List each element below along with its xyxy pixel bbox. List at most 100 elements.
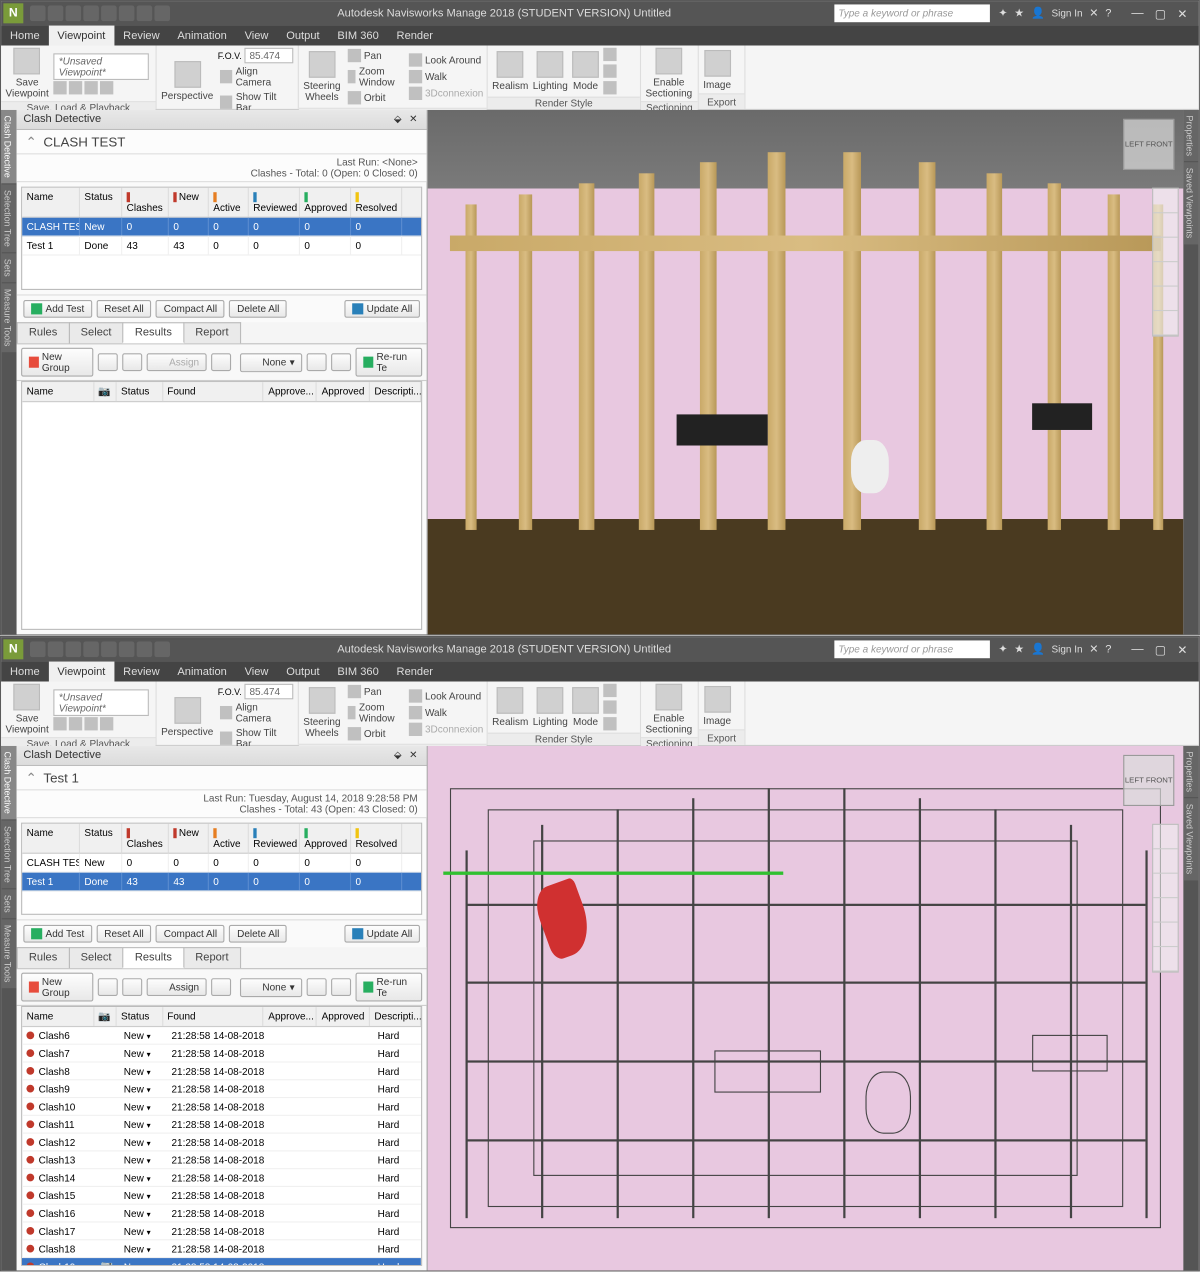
render-opt3-icon[interactable]: [603, 81, 616, 94]
col-found[interactable]: Found: [163, 382, 264, 401]
star-icon[interactable]: ★: [1014, 7, 1024, 19]
rerun-test-button[interactable]: Re-run Te: [356, 348, 422, 377]
test-header[interactable]: ⌃Test 1: [17, 766, 427, 790]
update-all-button[interactable]: Update All: [344, 925, 420, 943]
save-viewpoint-button[interactable]: Save Viewpoint: [6, 48, 49, 99]
play-icon[interactable]: [69, 81, 82, 94]
col-approved[interactable]: Approved: [317, 382, 370, 401]
app-logo-icon[interactable]: N: [3, 639, 23, 659]
menu-bim-360[interactable]: BIM 360: [328, 662, 387, 682]
result-row[interactable]: Clash11New ▾21:28:58 14-08-2018Hard: [22, 1116, 421, 1134]
menu-render[interactable]: Render: [388, 662, 442, 682]
qat-print-icon[interactable]: [83, 642, 99, 658]
menu-review[interactable]: Review: [114, 26, 168, 46]
col-reviewed[interactable]: Reviewed: [249, 188, 300, 217]
infocenter-icon[interactable]: ✦: [998, 7, 1007, 19]
minimize-button[interactable]: —: [1131, 642, 1143, 656]
maximize-button[interactable]: ▢: [1155, 6, 1167, 20]
nav-pan-icon[interactable]: [1153, 213, 1177, 237]
result-row[interactable]: Clash16New ▾21:28:58 14-08-2018Hard: [22, 1205, 421, 1223]
align-camera-button[interactable]: Align Camera: [218, 700, 294, 724]
menu-bim-360[interactable]: BIM 360: [328, 26, 387, 46]
qat-refresh-icon[interactable]: [137, 642, 153, 658]
assign-button[interactable]: Assign: [147, 978, 207, 996]
result-row[interactable]: Clash18New ▾21:28:58 14-08-2018Hard: [22, 1241, 421, 1259]
nav-look-icon[interactable]: [1153, 923, 1177, 947]
signin-button[interactable]: Sign In: [1051, 644, 1082, 655]
qat-print-icon[interactable]: [83, 6, 99, 22]
menu-view[interactable]: View: [236, 26, 278, 46]
result-row[interactable]: Clash19📷New ▾21:28:58 14-08-2018Hard: [22, 1258, 421, 1265]
new-group-button[interactable]: New Group: [21, 348, 93, 377]
add-test-button[interactable]: Add Test: [23, 925, 92, 943]
qat-save-icon[interactable]: [66, 6, 82, 22]
result-row[interactable]: Clash10New ▾21:28:58 14-08-2018Hard: [22, 1098, 421, 1116]
col-active[interactable]: Active: [209, 188, 249, 217]
nav-wheel-icon[interactable]: [1153, 825, 1177, 849]
close-panel-icon[interactable]: ✕: [407, 749, 420, 762]
group-explode-button[interactable]: [98, 978, 118, 996]
realism-button[interactable]: Realism: [492, 687, 528, 727]
result-row[interactable]: Clash6New ▾21:28:58 14-08-2018Hard: [22, 1027, 421, 1045]
signin-button[interactable]: Sign In: [1051, 8, 1082, 19]
nav-walk-icon[interactable]: [1153, 947, 1177, 971]
close-panel-icon[interactable]: ✕: [407, 113, 420, 126]
qat-save-icon[interactable]: [66, 642, 82, 658]
viewpoint-dropdown[interactable]: *Unsaved Viewpoint*: [53, 53, 149, 80]
unassign-button[interactable]: [211, 978, 231, 996]
filter-none-button[interactable]: None ▾: [240, 978, 302, 997]
test-row[interactable]: CLASH TESTNew000000: [22, 218, 421, 237]
sidetab-properties[interactable]: Properties: [1183, 746, 1199, 798]
menu-render[interactable]: Render: [388, 26, 442, 46]
compact-all-button[interactable]: Compact All: [156, 925, 225, 943]
image-button[interactable]: Image: [703, 49, 731, 89]
result-row[interactable]: Clash8New ▾21:28:58 14-08-2018Hard: [22, 1063, 421, 1081]
tab-select[interactable]: Select: [68, 322, 123, 343]
viewcube[interactable]: LEFT FRONT: [1123, 755, 1174, 806]
isolate-button[interactable]: [307, 978, 327, 996]
look-around-button[interactable]: Look Around: [406, 688, 485, 704]
add-test-button[interactable]: Add Test: [23, 300, 92, 318]
result-row[interactable]: Clash14New ▾21:28:58 14-08-2018Hard: [22, 1169, 421, 1187]
sidetab-measure-tools[interactable]: Measure Tools: [1, 920, 17, 989]
col-desc[interactable]: Descripti...: [370, 382, 421, 401]
sidetab-sets[interactable]: Sets: [1, 253, 17, 282]
realism-button[interactable]: Realism: [492, 51, 528, 91]
lighting-button[interactable]: Lighting: [533, 687, 568, 727]
user-icon[interactable]: 👤: [1031, 7, 1045, 19]
qat-open-icon[interactable]: [48, 642, 64, 658]
menu-viewpoint[interactable]: Viewpoint: [49, 26, 115, 46]
qat-select-icon[interactable]: [154, 642, 170, 658]
close-button[interactable]: ✕: [1177, 6, 1187, 20]
help-icon[interactable]: ?: [1105, 643, 1111, 655]
sectioning-button[interactable]: Enable Sectioning: [645, 48, 692, 99]
result-row[interactable]: Clash12New ▾21:28:58 14-08-2018Hard: [22, 1134, 421, 1152]
steering-wheels-button[interactable]: Steering Wheels: [303, 51, 340, 102]
qat-refresh-icon[interactable]: [137, 6, 153, 22]
viewpoint-dropdown[interactable]: *Unsaved Viewpoint*: [53, 689, 149, 716]
assign-button[interactable]: Assign: [147, 353, 207, 371]
fov-input[interactable]: 85.474: [244, 48, 293, 64]
qat-new-icon[interactable]: [30, 642, 46, 658]
menu-view[interactable]: View: [236, 662, 278, 682]
pin-icon[interactable]: ⬙: [391, 749, 404, 762]
exchange-icon[interactable]: ✕: [1089, 7, 1098, 19]
fov-input[interactable]: 85.474: [244, 684, 293, 700]
render-opt3-icon[interactable]: [603, 717, 616, 730]
close-button[interactable]: ✕: [1177, 642, 1187, 656]
tab-results[interactable]: Results: [123, 947, 185, 968]
compact-all-button[interactable]: Compact All: [156, 300, 225, 318]
render-opt1-icon[interactable]: [603, 48, 616, 61]
nav-look-icon[interactable]: [1153, 287, 1177, 311]
test-row[interactable]: Test 1Done43430000: [22, 237, 421, 256]
update-all-button[interactable]: Update All: [344, 300, 420, 318]
infocenter-icon[interactable]: ✦: [998, 643, 1007, 655]
stop-icon[interactable]: [100, 81, 113, 94]
image-button[interactable]: Image: [703, 685, 731, 725]
new-group-button[interactable]: New Group: [21, 973, 93, 1002]
col-status[interactable]: Status: [80, 188, 122, 217]
exchange-icon[interactable]: ✕: [1089, 643, 1098, 655]
unassign-button[interactable]: [211, 353, 231, 371]
filter-none-button[interactable]: None ▾: [240, 353, 302, 372]
minimize-button[interactable]: —: [1131, 6, 1143, 20]
